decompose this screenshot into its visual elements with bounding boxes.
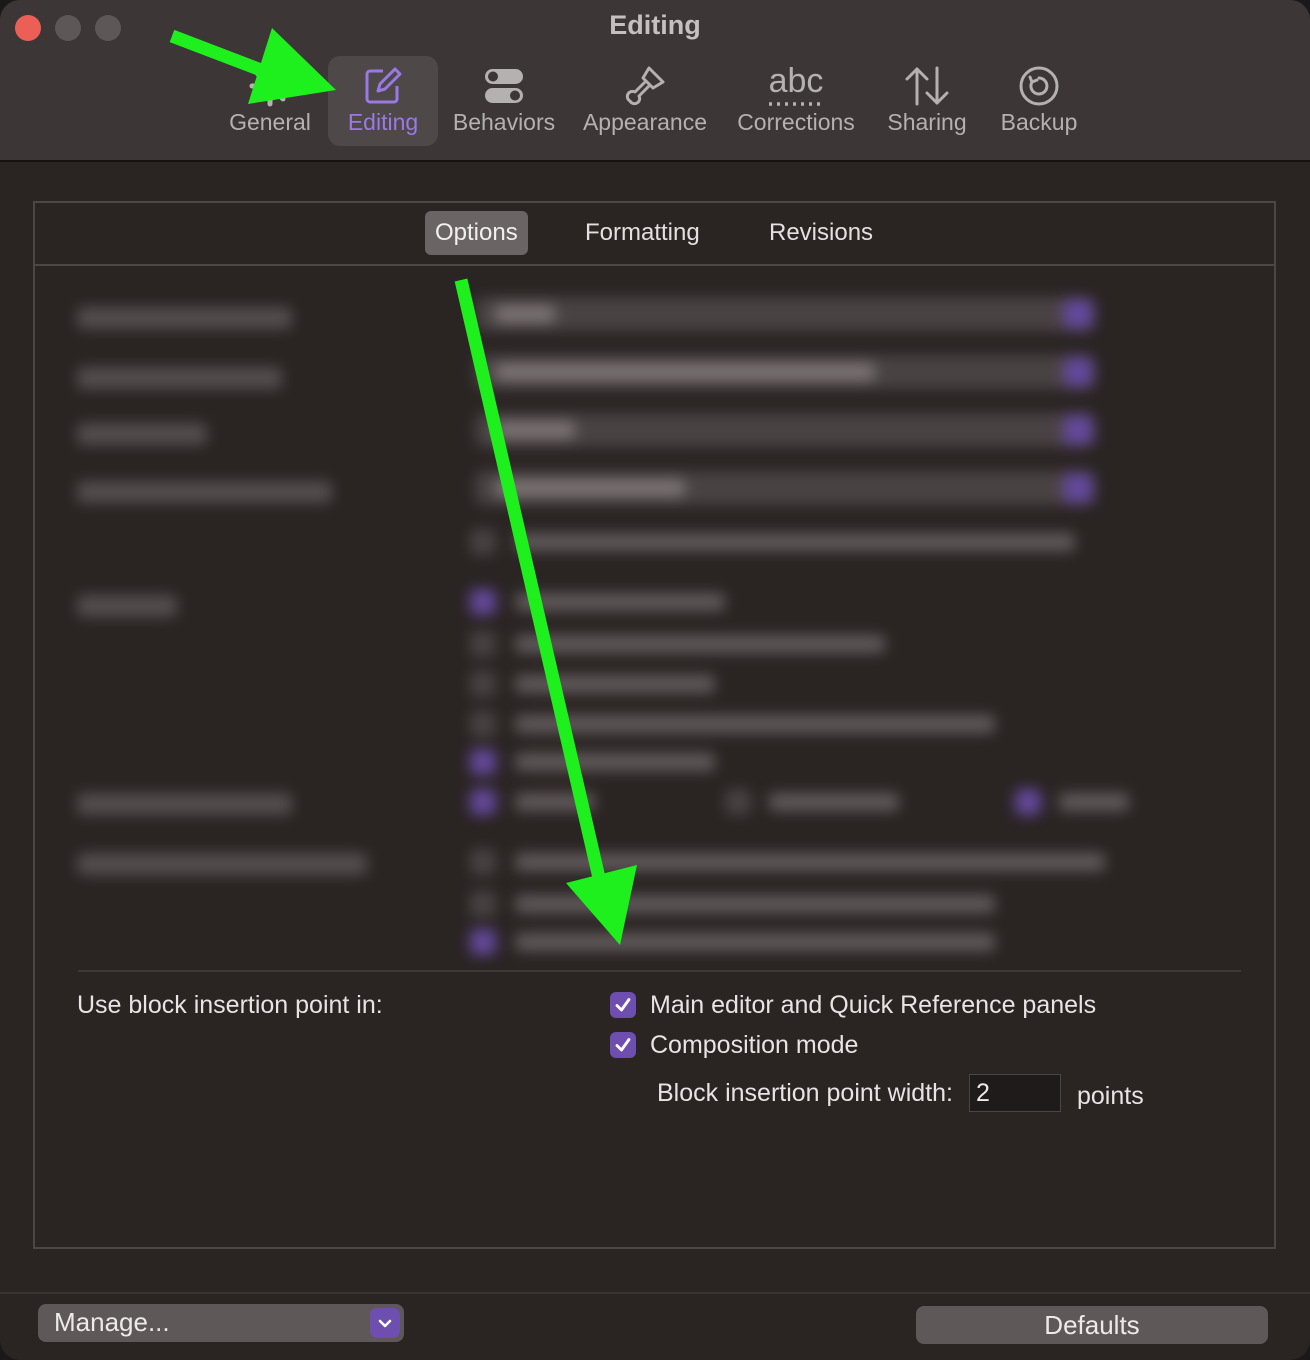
blurred-checkbox (470, 711, 496, 737)
manage-popup-button[interactable]: Manage... (38, 1304, 404, 1342)
title-toolbar: Editing General Editing Behaviors Appear… (0, 0, 1310, 162)
toolbar-editing[interactable]: Editing (328, 56, 438, 146)
blurred-text (769, 793, 899, 811)
main-editor-option[interactable]: Main editor and Quick Reference panels (610, 987, 1096, 1023)
toolbar-behaviors[interactable]: Behaviors (448, 56, 560, 146)
clock-restore-icon (1019, 66, 1059, 106)
blurred-text (1059, 793, 1129, 811)
blurred-text (515, 895, 995, 913)
toolbar-label: Behaviors (452, 109, 556, 135)
tab-options[interactable]: Options (425, 211, 528, 255)
abc-spellcheck-icon: abc (769, 64, 824, 106)
blurred-text (515, 853, 1105, 871)
blurred-text (515, 793, 595, 811)
blurred-text (515, 635, 885, 653)
blurred-text (515, 933, 995, 951)
toolbar-label: Sharing (887, 109, 967, 135)
blurred-text (515, 675, 715, 693)
block-insertion-label: Use block insertion point in: (77, 991, 383, 1019)
toolbar-label: Appearance (582, 109, 708, 135)
checkmark-icon (615, 998, 631, 1012)
defaults-button[interactable]: Defaults (916, 1306, 1268, 1344)
chevron-down-icon (370, 1308, 400, 1338)
window-title: Editing (609, 10, 701, 40)
blurred-label (77, 481, 332, 503)
blurred-checkbox (470, 929, 496, 955)
toolbar-backup[interactable]: Backup (992, 56, 1086, 146)
blurred-settings-region (45, 283, 1265, 963)
blurred-checkbox (470, 631, 496, 657)
blurred-checkbox (470, 789, 496, 815)
insertion-width-label: Block insertion point width: (657, 1078, 953, 1107)
blurred-popup (475, 413, 1095, 447)
blurred-label (77, 793, 292, 815)
checkmark-icon (615, 1038, 631, 1052)
manage-label: Manage... (54, 1307, 170, 1337)
blurred-label (77, 853, 367, 875)
blurred-popup (475, 471, 1095, 505)
edit-icon (365, 67, 402, 104)
blurred-text (515, 593, 725, 611)
toggles-icon (485, 69, 523, 103)
blurred-text (515, 533, 1075, 551)
toolbar-label: Editing (347, 109, 419, 135)
blurred-checkbox (470, 891, 496, 917)
up-down-arrows-icon (905, 66, 949, 106)
composition-mode-checkbox[interactable] (610, 1032, 636, 1058)
toolbar-general[interactable]: General (222, 56, 318, 146)
blurred-text (515, 753, 715, 771)
composition-mode-label: Composition mode (650, 1030, 859, 1059)
footer-divider (0, 1292, 1310, 1294)
blurred-text (515, 715, 995, 733)
toolbar-sharing[interactable]: Sharing (878, 56, 976, 146)
toolbar-label: Corrections (737, 109, 855, 135)
blurred-checkbox (725, 789, 751, 815)
gear-icon (249, 65, 291, 107)
insertion-width-unit: points (1076, 1081, 1144, 1110)
blurred-checkbox (1015, 789, 1041, 815)
main-editor-checkbox[interactable] (610, 992, 636, 1018)
blurred-label (77, 367, 282, 389)
tabs-divider (35, 264, 1274, 266)
preferences-window: Editing General Editing Behaviors Appear… (0, 0, 1310, 1360)
blurred-checkbox (470, 849, 496, 875)
blurred-checkbox (470, 671, 496, 697)
blurred-label (77, 595, 177, 617)
blurred-checkbox (470, 749, 496, 775)
insertion-width-input[interactable] (968, 1074, 1061, 1112)
toolbar-appearance[interactable]: Appearance (576, 56, 714, 146)
abc-glyph: abc (769, 64, 824, 100)
blurred-label (77, 423, 207, 445)
blurred-label (77, 307, 292, 329)
tab-revisions[interactable]: Revisions (759, 211, 883, 255)
blurred-checkbox (470, 589, 496, 615)
paintbrush-icon (625, 66, 665, 106)
blurred-popup (475, 355, 1095, 389)
toolbar-corrections[interactable]: abc Corrections (728, 56, 864, 146)
toolbar-label: Backup (1000, 109, 1078, 135)
composition-mode-option[interactable]: Composition mode (610, 1027, 858, 1063)
tab-formatting[interactable]: Formatting (575, 211, 710, 255)
main-editor-label: Main editor and Quick Reference panels (650, 990, 1097, 1019)
options-panel: Options Formatting Revisions Use block i… (33, 201, 1276, 1249)
toolbar-label: General (229, 109, 311, 135)
blurred-checkbox (470, 529, 496, 555)
blurred-popup (475, 297, 1095, 331)
section-divider (78, 970, 1241, 972)
insertion-width-row: Block insertion point width: points (657, 1073, 1144, 1113)
